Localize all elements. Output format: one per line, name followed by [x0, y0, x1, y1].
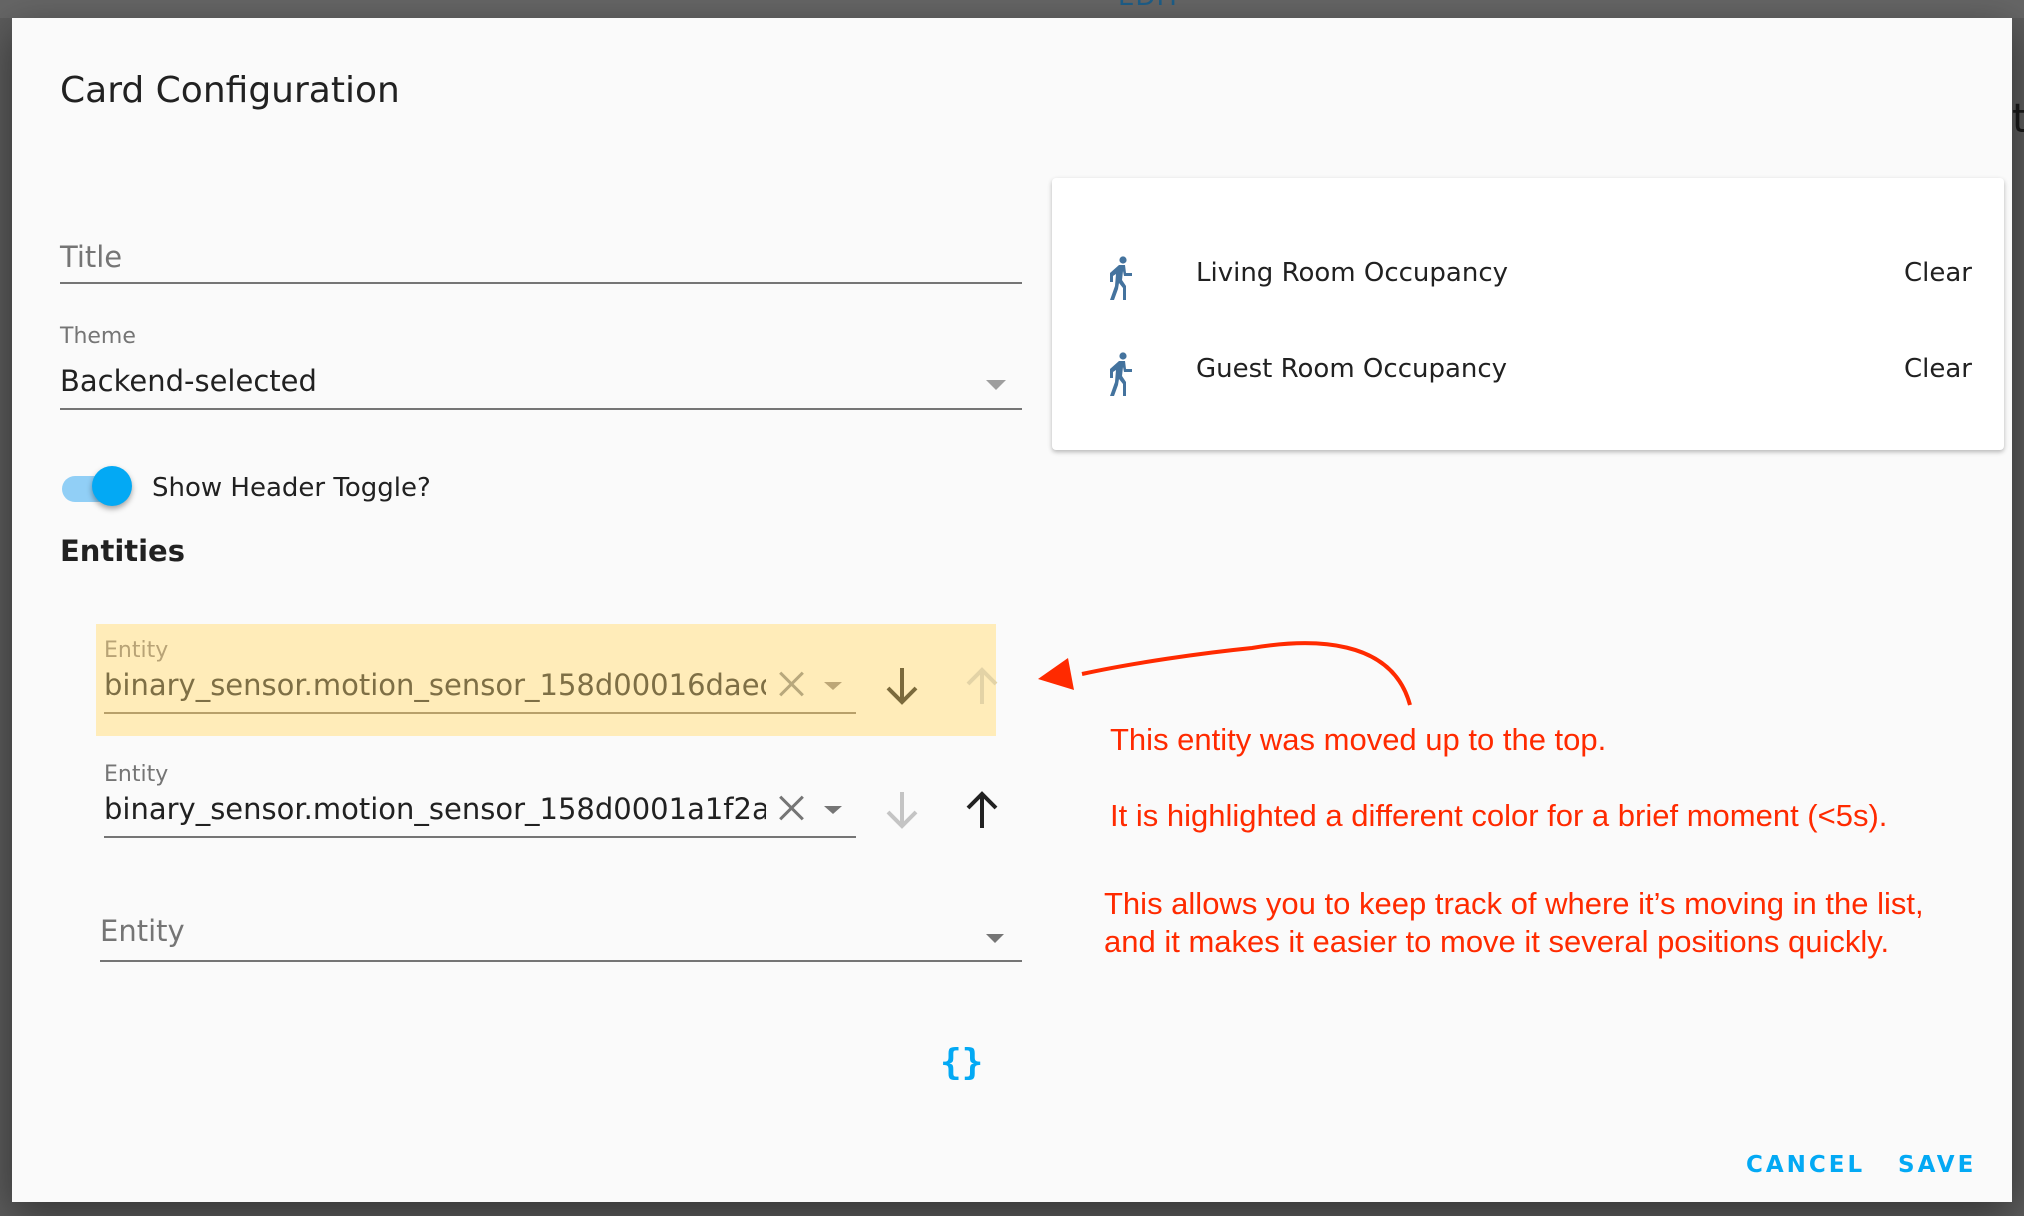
new-entity-select[interactable]: Entity [100, 906, 1022, 962]
move-down-button[interactable] [882, 664, 922, 708]
theme-select-label: Theme [60, 324, 136, 349]
entity-input-underline [104, 712, 856, 714]
entity-row: Entity binary_sensor.motion_sensor_158d0… [96, 624, 998, 736]
annotation-line-1: This entity was moved up to the top. [1110, 722, 1607, 757]
show-header-toggle[interactable] [60, 466, 150, 510]
code-editor-toggle-icon[interactable]: {} [940, 1042, 983, 1083]
theme-select-value: Backend-selected [60, 364, 317, 398]
arrow-up-icon [966, 791, 998, 828]
preview-entity-name: Living Room Occupancy [1196, 258, 1508, 288]
walk-icon [1110, 256, 1132, 300]
preview-card: Living Room Occupancy Clear Guest Room O… [1052, 178, 2004, 450]
annotation-line-3b: and it makes it easier to move it severa… [1104, 924, 1890, 959]
chevron-down-icon [986, 934, 1004, 943]
annotation-arrow-head [1038, 658, 1074, 690]
theme-select[interactable]: Theme Backend-selected [60, 324, 1022, 410]
dialog-title: Card Configuration [60, 70, 400, 111]
clear-icon[interactable] [778, 794, 806, 822]
walk-icon [1110, 352, 1132, 396]
move-down-button[interactable] [882, 788, 922, 832]
title-input-placeholder: Title [60, 240, 123, 274]
arrow-down-icon [886, 792, 918, 829]
clear-icon[interactable] [778, 670, 806, 698]
toggle-knob [92, 466, 132, 506]
entity-input-underline [104, 836, 856, 838]
new-entity-placeholder: Entity [100, 914, 185, 948]
move-up-button[interactable] [962, 664, 1002, 708]
entities-heading: Entities [60, 534, 185, 568]
background-header-bar [0, 0, 2024, 18]
entity-row: Entity binary_sensor.motion_sensor_158d0… [96, 748, 998, 860]
entity-input[interactable]: binary_sensor.motion_sensor_158d00016dae… [104, 668, 766, 702]
entity-label: Entity [104, 638, 169, 663]
preview-entity-row[interactable]: Living Room Occupancy Clear [1052, 246, 2004, 306]
title-input-underline [60, 282, 1022, 284]
background-edit-link: EDIT [1118, 0, 1182, 12]
preview-entity-state: Clear [1904, 258, 1972, 288]
preview-entity-row[interactable]: Guest Room Occupancy Clear [1052, 342, 2004, 402]
title-input[interactable]: Title [60, 230, 1022, 284]
preview-entity-state: Clear [1904, 354, 1972, 384]
background-partial-text: t [2012, 96, 2024, 142]
annotation-line-2: It is highlighted a different color for … [1110, 798, 1888, 833]
annotation-arrow-curve [1081, 641, 1412, 706]
save-button[interactable]: SAVE [1898, 1152, 1976, 1178]
arrow-down-icon [886, 668, 918, 705]
annotation-line-3a: This allows you to keep track of where i… [1104, 886, 1924, 921]
card-configuration-dialog: Card Configuration Title Theme Backend-s… [12, 18, 2012, 1202]
entity-label: Entity [104, 762, 169, 787]
show-header-toggle-label: Show Header Toggle? [152, 473, 431, 503]
arrow-up-icon [966, 667, 998, 704]
cancel-button[interactable]: CANCEL [1746, 1152, 1865, 1178]
chevron-down-icon[interactable] [824, 806, 842, 814]
preview-entity-name: Guest Room Occupancy [1196, 354, 1508, 384]
new-entity-underline [100, 960, 1022, 962]
entity-input[interactable]: binary_sensor.motion_sensor_158d0001a1f2… [104, 792, 766, 826]
chevron-down-icon[interactable] [824, 682, 842, 690]
move-up-button[interactable] [962, 788, 1002, 832]
theme-select-underline [60, 408, 1022, 410]
chevron-down-icon [986, 380, 1006, 390]
